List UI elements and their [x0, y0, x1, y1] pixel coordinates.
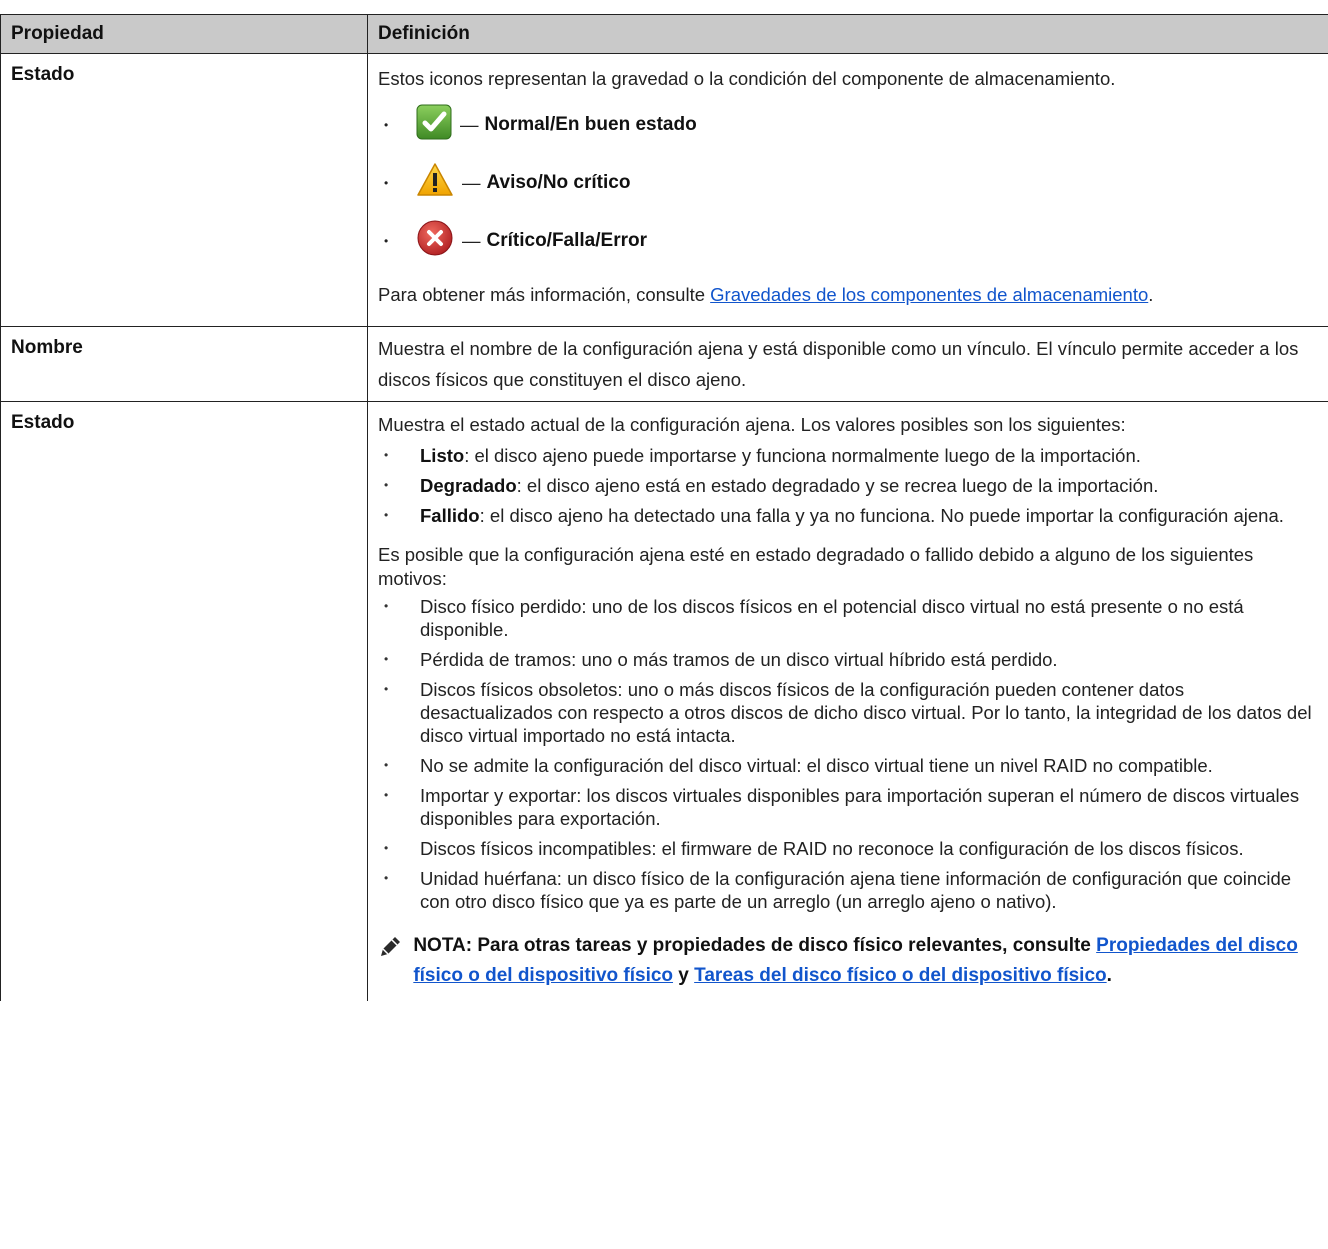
list-item: Fallido: el disco ajeno ha detectado una… — [378, 504, 1318, 527]
pencil-note-icon — [378, 931, 413, 991]
list-item: Discos físicos obsoletos: uno o más disc… — [378, 678, 1318, 747]
dash-separator: — — [462, 172, 481, 193]
severity-link[interactable]: Gravedades de los componentes de almacen… — [710, 284, 1148, 305]
note-text: NOTA: Para otras tareas y propiedades de… — [413, 935, 1298, 986]
list-item: Discos físicos incompatibles: el firmwar… — [378, 837, 1318, 860]
definition-cell: Muestra el estado actual de la configura… — [367, 401, 1328, 1001]
list-item: Listo: el disco ajeno puede importarse y… — [378, 444, 1318, 467]
note-box: NOTA: Para otras tareas y propiedades de… — [378, 931, 1318, 991]
warning-icon — [416, 162, 454, 205]
list-item: Importar y exportar: los discos virtuale… — [378, 784, 1318, 830]
header-definition: Definición — [367, 14, 1328, 54]
list-item: No se admite la configuración del disco … — [378, 754, 1318, 777]
status-label: Normal/En buen estado — [484, 114, 697, 135]
definition-cell: Muestra el nombre de la configuración aj… — [367, 326, 1328, 402]
table-row: Estado Muestra el estado actual de la co… — [0, 401, 1328, 1001]
definition-text: Estos iconos representan la gravedad o l… — [378, 68, 1116, 89]
definition-text: Muestra el estado actual de la configura… — [378, 414, 1126, 435]
table-row: Nombre Muestra el nombre de la configura… — [0, 326, 1328, 402]
state-list: Listo: el disco ajeno puede importarse y… — [378, 444, 1318, 527]
status-item-warning: • — Aviso/No crítico — [378, 154, 1318, 212]
definition-cell: Estos iconos representan la gravedad o l… — [367, 53, 1328, 327]
check-ok-icon — [416, 104, 452, 147]
property-cell: Nombre — [0, 326, 368, 402]
reasons-intro: Es posible que la configuración ajena es… — [378, 544, 1254, 589]
table-row: Estado Estos iconos representan la grave… — [0, 53, 1328, 327]
header-property: Propiedad — [0, 14, 368, 54]
status-item-critical: • — Crítico/Falla/Error — [378, 212, 1318, 270]
list-item: Degradado: el disco ajeno está en estado… — [378, 474, 1318, 497]
table-header-row: Propiedad Definición — [0, 14, 1328, 54]
reasons-list: Disco físico perdido: uno de los discos … — [378, 595, 1318, 913]
dash-separator: — — [460, 114, 479, 135]
list-item: Disco físico perdido: uno de los discos … — [378, 595, 1318, 641]
status-label: Crítico/Falla/Error — [486, 230, 648, 251]
more-info-text: Para obtener más información, consulte G… — [378, 284, 1154, 305]
list-item: Unidad huérfana: un disco físico de la c… — [378, 867, 1318, 913]
property-cell: Estado — [0, 53, 368, 327]
property-cell: Estado — [0, 401, 368, 1001]
dash-separator: — — [462, 230, 481, 251]
error-icon — [416, 219, 454, 264]
status-label: Aviso/No crítico — [486, 172, 631, 193]
properties-table: Propiedad Definición Estado Estos iconos… — [0, 14, 1328, 1001]
list-item: Pérdida de tramos: uno o más tramos de u… — [378, 648, 1318, 671]
status-item-normal: • — Normal/En buen estado — [378, 96, 1318, 154]
physical-disk-tasks-link[interactable]: Tareas del disco físico o del dispositiv… — [694, 965, 1106, 986]
